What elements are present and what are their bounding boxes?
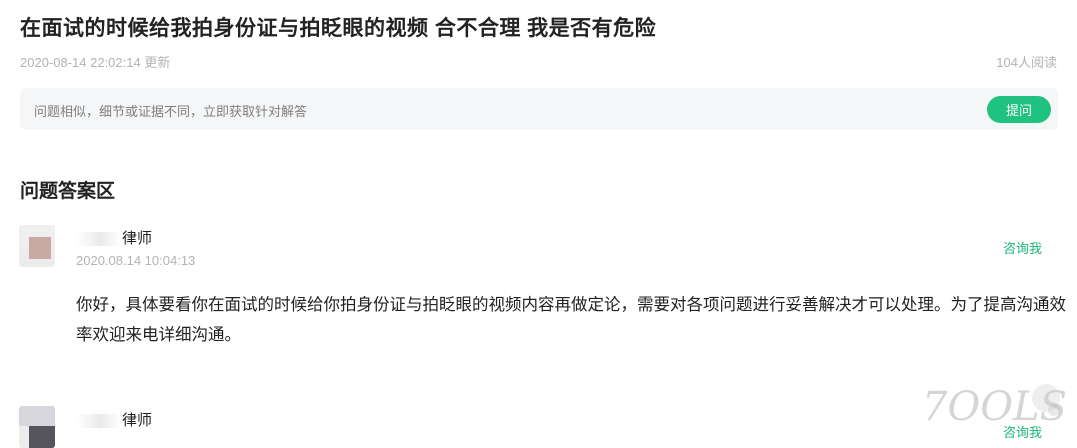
consult-button[interactable]: 咨询我 — [1003, 238, 1042, 257]
ask-button[interactable]: 提问 — [987, 96, 1051, 123]
ask-bar[interactable]: 问题相似，细节或证据不同，立即获取针对解答 提问 — [20, 88, 1058, 130]
question-title: 在面试的时候给我拍身份证与拍眨眼的视频 合不合理 我是否有危险 — [20, 17, 657, 40]
blurred-name — [76, 232, 120, 247]
lawyer-name[interactable]: 律师 — [76, 227, 152, 248]
blurred-name — [76, 414, 120, 429]
tools-watermark-logo: 7OOLS — [922, 384, 1067, 430]
answer-time: 2020.08.14 10:04:13 — [76, 253, 196, 268]
answer-content: 你好，具体要看你在面试的时候给你拍身份证与拍眨眼的视频内容再做定论，需要对各项问… — [76, 296, 1066, 344]
lawyer-name[interactable]: 律师 — [76, 409, 152, 430]
read-count: 104人阅读 — [996, 55, 1057, 70]
ask-placeholder[interactable]: 问题相似，细节或证据不同，立即获取针对解答 — [34, 101, 307, 120]
answers-section-title: 问题答案区 — [20, 181, 116, 202]
lawyer-avatar[interactable] — [19, 406, 55, 448]
lawyer-avatar[interactable] — [19, 225, 55, 267]
update-time: 2020-08-14 22:02:14 更新 — [20, 55, 171, 70]
